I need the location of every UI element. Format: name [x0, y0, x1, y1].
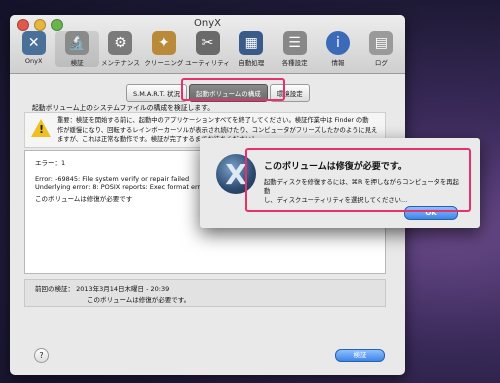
- toolbar-label: クリーニング: [144, 59, 184, 67]
- warning-line: 作が緩慢になり、回転するレインボーカーソルが表示され続けたり、コンピュータがフリ…: [57, 126, 378, 134]
- toolbar-automation[interactable]: ▦ 自動処理: [230, 31, 273, 67]
- toolbar-label: メンテナンス: [101, 59, 140, 67]
- verify-button[interactable]: 検証: [335, 349, 385, 362]
- toolbar-info[interactable]: i 情報: [316, 31, 359, 67]
- onyx-logo-icon: ✕: [21, 31, 46, 55]
- title-bar: OnyX ✕ OnyX 🔬 検証 ⚙ メンテナンス ✦ クリーニング ✂ ユーテ…: [10, 15, 405, 74]
- toolbar-parameters[interactable]: ☰ 各種設定: [273, 31, 316, 67]
- window-title: OnyX: [194, 18, 221, 29]
- toolbar-log[interactable]: ▤ ログ: [360, 31, 403, 67]
- warning-line: 重要：検証を開始する前に、起動中のアプリケーションすべてを終了してください。検証…: [57, 117, 369, 124]
- dialog-highlight-box: [245, 148, 471, 212]
- toolbar-utilities[interactable]: ✂ ユーティリティ: [185, 31, 230, 67]
- tab-smart-status[interactable]: S.M.A.R.T. 状況: [126, 84, 187, 102]
- last-verify-text: 前回の検証： 2013年3月14日木曜日 - 20:39: [35, 285, 170, 293]
- microscope-icon: 🔬: [65, 31, 90, 55]
- description-text: 起動ボリューム上のシステムファイルの構成を検証します。: [32, 104, 215, 112]
- automation-icon: ▦: [239, 31, 264, 55]
- help-button[interactable]: ?: [34, 348, 49, 363]
- toolbar-label: 各種設定: [281, 59, 308, 67]
- broom-icon: ✦: [151, 31, 176, 55]
- status-result-text: このボリュームは修復が必要です。: [87, 296, 191, 304]
- toolbar-label: 自動処理: [238, 59, 265, 67]
- log-icon: ▤: [369, 31, 394, 55]
- toolbar: ✕ OnyX 🔬 検証 ⚙ メンテナンス ✦ クリーニング ✂ ユーティリティ …: [12, 31, 403, 67]
- toolbar-label: ログ: [374, 59, 388, 67]
- parameters-icon: ☰: [282, 31, 307, 55]
- toolbar-label: 検証: [70, 59, 84, 67]
- toolbar-cleaning[interactable]: ✦ クリーニング: [142, 31, 185, 67]
- gears-icon: ⚙: [108, 31, 133, 55]
- toolbar-verify[interactable]: 🔬 検証: [55, 31, 99, 67]
- toolbar-maintenance[interactable]: ⚙ メンテナンス: [99, 31, 142, 67]
- tab-highlight-box: [181, 78, 285, 101]
- warning-icon: [31, 119, 51, 137]
- toolbar-label: 情報: [331, 59, 345, 67]
- info-icon: i: [325, 31, 350, 55]
- tools-icon: ✂: [195, 31, 220, 55]
- toolbar-label: OnyX: [24, 57, 43, 65]
- toolbar-onyx[interactable]: ✕ OnyX: [12, 31, 55, 67]
- status-area: 前回の検証： 2013年3月14日木曜日 - 20:39 このボリュームは修復が…: [24, 279, 386, 307]
- toolbar-label: ユーティリティ: [185, 59, 230, 67]
